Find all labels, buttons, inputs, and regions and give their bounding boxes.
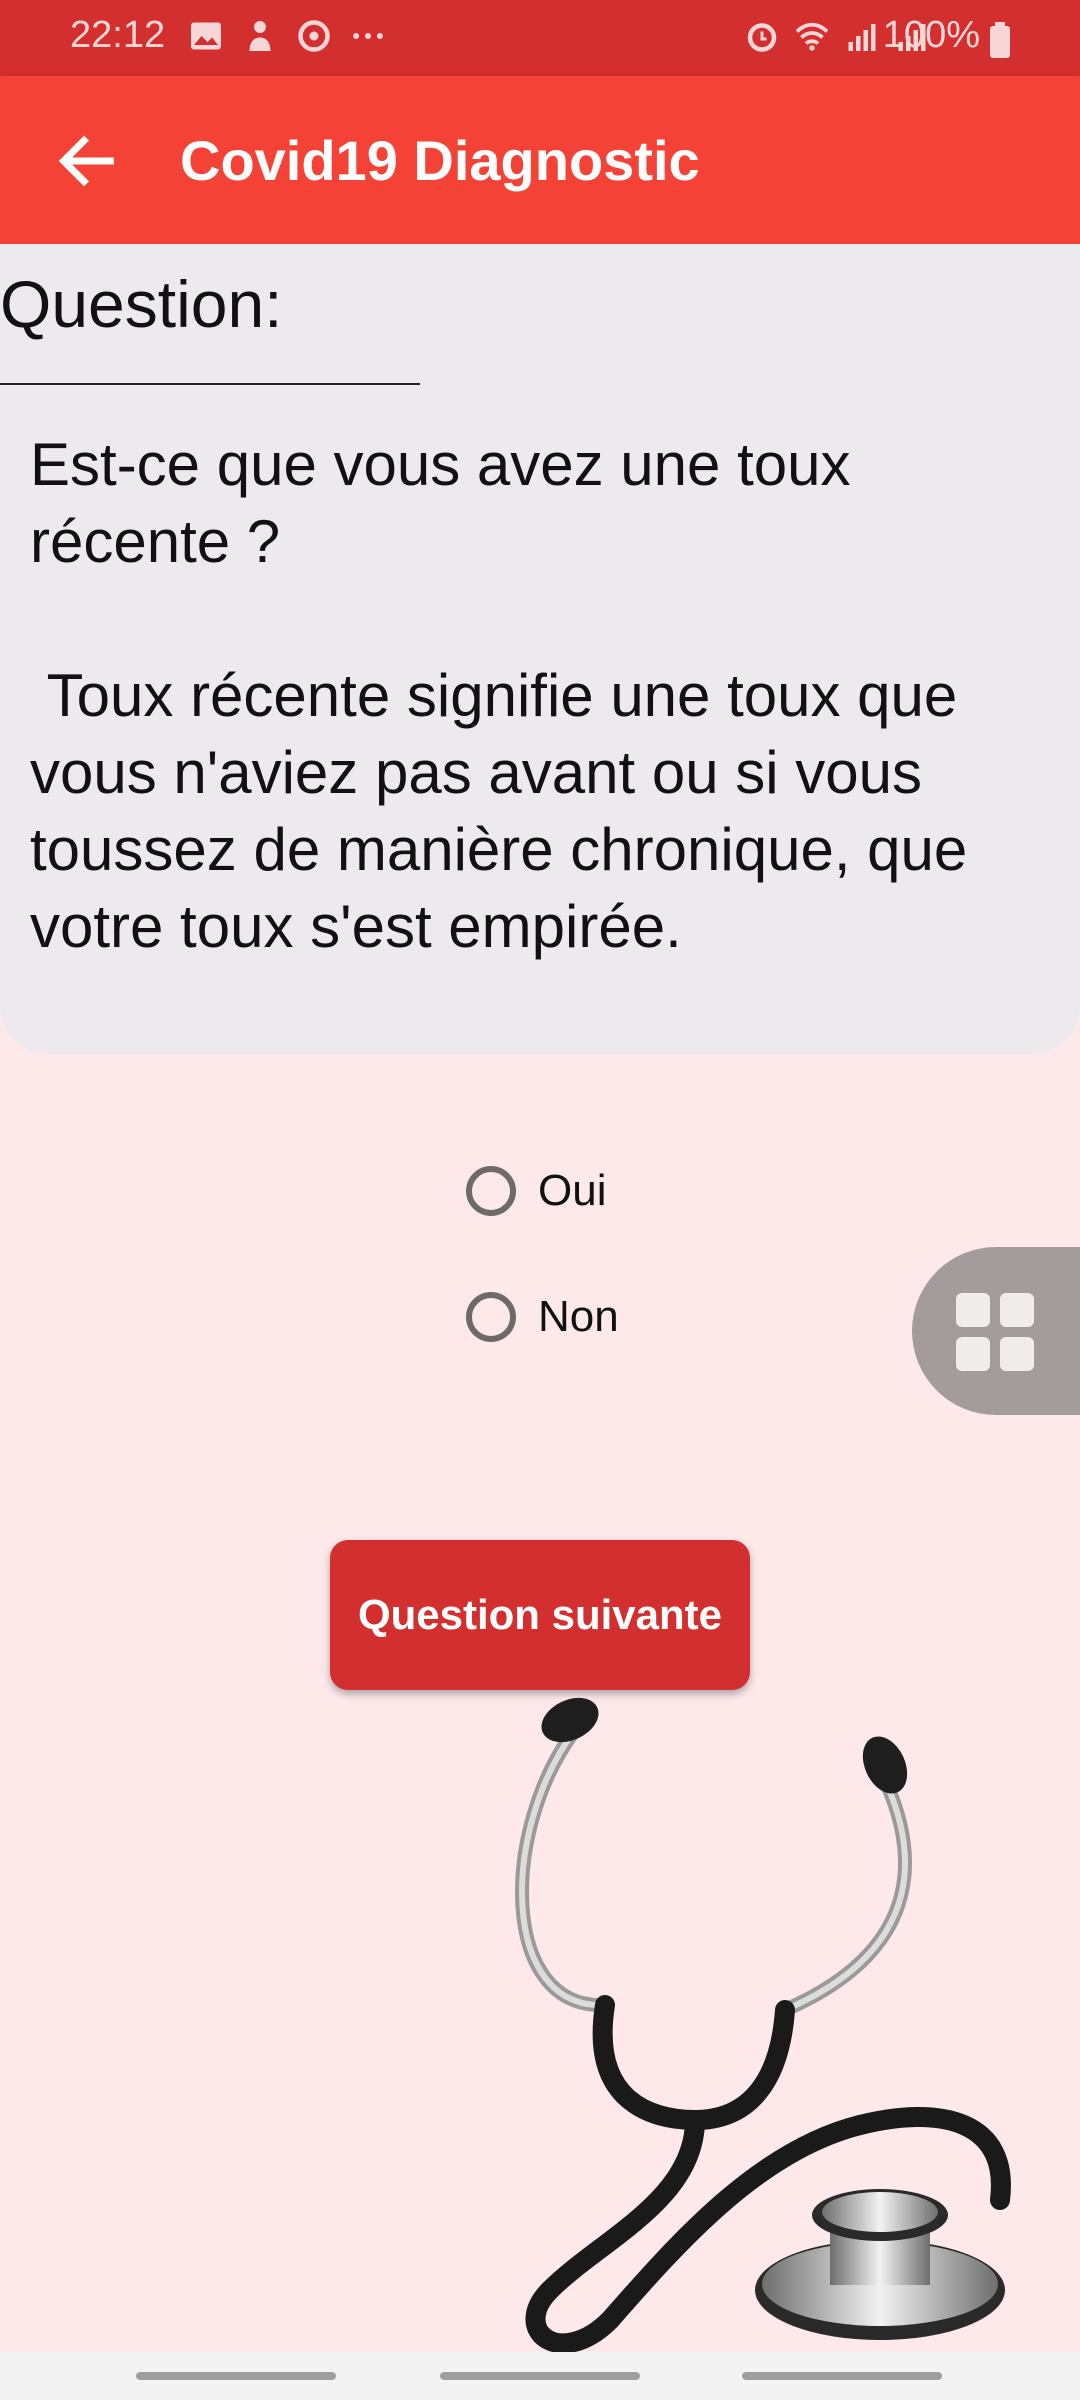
- radio-label-non[interactable]: Non: [538, 1292, 619, 1342]
- person-notification-icon: [249, 21, 271, 51]
- radio-label-oui[interactable]: Oui: [538, 1166, 606, 1216]
- radio-button-non[interactable]: [466, 1292, 516, 1342]
- radio-option-oui[interactable]: Oui: [466, 1166, 606, 1216]
- floating-grid-button[interactable]: [912, 1247, 1080, 1415]
- next-question-button[interactable]: Question suivante: [330, 1540, 750, 1690]
- battery-icon: [990, 22, 1010, 58]
- nav-recent-button[interactable]: [136, 2372, 336, 2380]
- stethoscope-icon: [515, 1697, 1011, 2354]
- wifi-icon: [795, 22, 829, 51]
- nav-home-button[interactable]: [440, 2372, 640, 2380]
- status-time: 22:12: [70, 14, 166, 56]
- nav-back-button[interactable]: [742, 2372, 942, 2380]
- app-title: Covid19 Diagnostic: [180, 129, 700, 192]
- more-dots-icon: [353, 33, 383, 39]
- app-bar: Covid19 Diagnostic: [0, 76, 1080, 244]
- status-left-icons: [188, 18, 386, 54]
- question-label: Question:: [0, 267, 283, 341]
- status-bar: 22:12 100%: [0, 0, 1080, 76]
- navigation-bar: [0, 2352, 1080, 2400]
- sync-icon: [298, 20, 330, 52]
- battery-percent: 100%: [882, 14, 980, 56]
- grid-apps-icon: [956, 1293, 1034, 1371]
- radio-button-oui[interactable]: [466, 1166, 516, 1216]
- image-icon: [191, 22, 221, 50]
- back-arrow-icon[interactable]: [52, 126, 122, 196]
- alarm-icon: [747, 23, 777, 52]
- question-card: Question: Est-ce que vous avez une toux …: [0, 244, 1080, 1054]
- radio-option-non[interactable]: Non: [466, 1292, 619, 1342]
- question-text: Est-ce que vous avez une toux récente ? …: [30, 431, 968, 960]
- question-underline: [0, 383, 420, 385]
- signal-icon: [848, 24, 876, 51]
